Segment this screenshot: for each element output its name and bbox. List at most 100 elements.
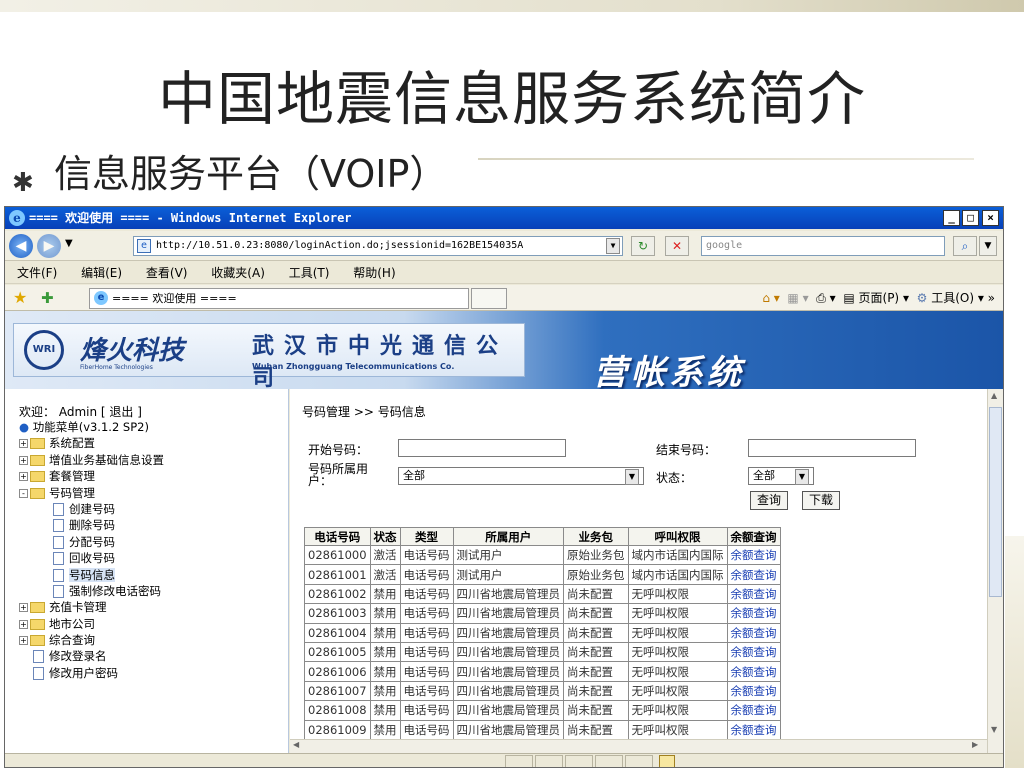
sidebar-item[interactable]: + 地市公司 <box>19 616 164 632</box>
status-cell <box>595 755 623 767</box>
logout-link[interactable]: [ 退出 ] <box>101 405 142 419</box>
add-favorite-icon[interactable]: ✚ <box>41 285 54 311</box>
home-icon[interactable]: ⌂ ▾ <box>762 291 779 305</box>
query-button[interactable]: 查询 <box>750 491 789 510</box>
scroll-left-icon[interactable]: ◀ <box>293 740 299 749</box>
expand-icon[interactable]: + <box>19 472 28 482</box>
scroll-thumb[interactable] <box>989 407 1002 597</box>
security-zone-icon[interactable] <box>659 755 675 767</box>
username: Admin <box>58 405 98 419</box>
search-icon[interactable]: ⌕ <box>953 236 977 256</box>
browser-tab[interactable]: e ==== 欢迎使用 ==== <box>89 288 469 309</box>
end-number-input[interactable] <box>748 439 916 457</box>
sidebar-item[interactable]: + 综合查询 <box>19 632 164 648</box>
table-cell: 尚未配置 <box>563 719 629 739</box>
tools-menu[interactable]: 工具(O) <box>931 291 974 305</box>
feeds-icon[interactable]: ▦ ▾ <box>787 291 808 305</box>
sidebar-item[interactable]: - 号码管理 <box>19 485 164 501</box>
table-cell: 四川省地震局管理员 <box>452 641 565 663</box>
sidebar-item[interactable]: 删除号码 <box>19 517 164 533</box>
address-dropdown-icon[interactable]: ▼ <box>606 238 620 254</box>
table-cell: 02861005 <box>304 641 371 663</box>
balance-query-link[interactable]: 余额查询 <box>726 603 781 624</box>
app-banner: WRI 烽火科技 FiberHome Technologies 武汉市中光通信公… <box>5 311 1003 393</box>
new-tab-button[interactable] <box>471 288 507 309</box>
sidebar-item[interactable]: 号码信息 <box>19 567 164 583</box>
table-cell: 电话号码 <box>399 641 454 663</box>
table-cell: 无呼叫权限 <box>627 622 728 643</box>
balance-query-link[interactable]: 余额查询 <box>726 622 781 643</box>
page-menu[interactable]: 页面(P) <box>859 291 900 305</box>
sidebar-item[interactable]: + 充值卡管理 <box>19 599 164 615</box>
forward-arrow-icon[interactable]: ▶ <box>37 234 61 258</box>
back-arrow-icon[interactable]: ◀ <box>9 234 33 258</box>
menu-view[interactable]: 查看(V) <box>146 266 188 280</box>
close-button[interactable]: × <box>982 210 999 226</box>
sidebar-item[interactable]: + 增值业务基础信息设置 <box>19 452 164 468</box>
balance-query-link[interactable]: 余额查询 <box>726 641 781 663</box>
vertical-scrollbar[interactable]: ▲ ▼ <box>987 389 1003 753</box>
document-icon <box>33 650 44 664</box>
balance-query-link[interactable]: 余额查询 <box>726 544 781 566</box>
balance-query-link[interactable]: 余额查询 <box>726 700 781 721</box>
expand-icon[interactable]: + <box>19 603 28 613</box>
address-input[interactable]: e http://10.51.0.23:8080/loginAction.do;… <box>133 236 623 256</box>
company-logo-box: WRI 烽火科技 FiberHome Technologies 武汉市中光通信公… <box>13 323 525 391</box>
sidebar-item-label: 号码信息 <box>69 567 115 582</box>
owner-dropdown-icon[interactable]: ▼ <box>625 469 639 485</box>
print-icon[interactable]: ⎙ ▾ <box>816 291 835 305</box>
balance-query-link[interactable]: 余额查询 <box>726 680 781 702</box>
sidebar-item[interactable]: 创建号码 <box>19 501 164 517</box>
sidebar-item[interactable]: 分配号码 <box>19 534 164 550</box>
balance-query-link[interactable]: 余额查询 <box>726 583 781 605</box>
scroll-down-icon[interactable]: ▼ <box>991 725 997 734</box>
status-select[interactable]: 全部 ▼ <box>748 467 814 485</box>
menu-edit[interactable]: 编辑(E) <box>81 266 122 280</box>
table-cell: 电话号码 <box>399 622 454 643</box>
menu-file[interactable]: 文件(F) <box>17 266 57 280</box>
expand-icon[interactable]: + <box>19 636 28 646</box>
sidebar-item-label: 回收号码 <box>69 551 115 566</box>
search-input[interactable]: google <box>701 236 945 256</box>
maximize-button[interactable]: □ <box>962 210 979 226</box>
sidebar-item-label: 分配号码 <box>69 534 115 549</box>
sidebar-item[interactable]: 回收号码 <box>19 550 164 566</box>
more-chevron-icon[interactable]: » <box>988 291 995 305</box>
sidebar-item[interactable]: 强制修改电话密码 <box>19 583 164 599</box>
gear-icon: ⚙ <box>916 291 928 305</box>
start-number-input[interactable] <box>398 439 566 457</box>
table-cell: 02861007 <box>304 680 371 702</box>
horizontal-scrollbar[interactable]: ◀ ▶ <box>290 739 987 753</box>
status-dropdown-icon[interactable]: ▼ <box>795 469 809 485</box>
menu-help[interactable]: 帮助(H) <box>353 266 395 280</box>
sidebar-item[interactable]: + 系统配置 <box>19 435 164 451</box>
sidebar-item[interactable]: 修改用户密码 <box>19 665 164 681</box>
collapse-icon[interactable]: - <box>19 488 28 498</box>
minimize-button[interactable]: _ <box>943 210 960 226</box>
stop-icon[interactable]: ✕ <box>665 236 689 256</box>
history-dropdown-icon[interactable]: ▼ <box>65 238 73 249</box>
favorites-star-icon[interactable]: ★ <box>13 285 27 311</box>
scroll-up-icon[interactable]: ▲ <box>991 391 997 400</box>
balance-query-link[interactable]: 余额查询 <box>726 661 781 682</box>
menu-tools[interactable]: 工具(T) <box>289 266 330 280</box>
download-button[interactable]: 下载 <box>802 491 841 510</box>
sidebar-item[interactable]: + 套餐管理 <box>19 468 164 484</box>
table-cell: 02861001 <box>304 564 371 585</box>
sidebar-item[interactable]: 修改登录名 <box>19 648 164 664</box>
expand-icon[interactable]: + <box>19 439 28 449</box>
table-cell: 激活 <box>369 544 401 566</box>
expand-icon[interactable]: + <box>19 619 28 629</box>
window-title: ==== 欢迎使用 ==== - Windows Internet Explor… <box>29 211 352 225</box>
wri-logo: WRI <box>24 330 64 370</box>
welcome-label: 欢迎： <box>19 405 56 419</box>
table-row: 02861004 禁用 电话号码 四川省地震局管理员 尚未配置 无呼叫权限 余额查询 <box>304 622 781 643</box>
owner-select[interactable]: 全部 ▼ <box>398 467 644 485</box>
balance-query-link[interactable]: 余额查询 <box>726 564 781 585</box>
menu-favorites[interactable]: 收藏夹(A) <box>211 266 265 280</box>
scroll-right-icon[interactable]: ▶ <box>972 740 978 749</box>
search-options-icon[interactable]: ▼ <box>979 236 997 256</box>
expand-icon[interactable]: + <box>19 455 28 465</box>
balance-query-link[interactable]: 余额查询 <box>726 719 781 739</box>
refresh-icon[interactable]: ↻ <box>631 236 655 256</box>
